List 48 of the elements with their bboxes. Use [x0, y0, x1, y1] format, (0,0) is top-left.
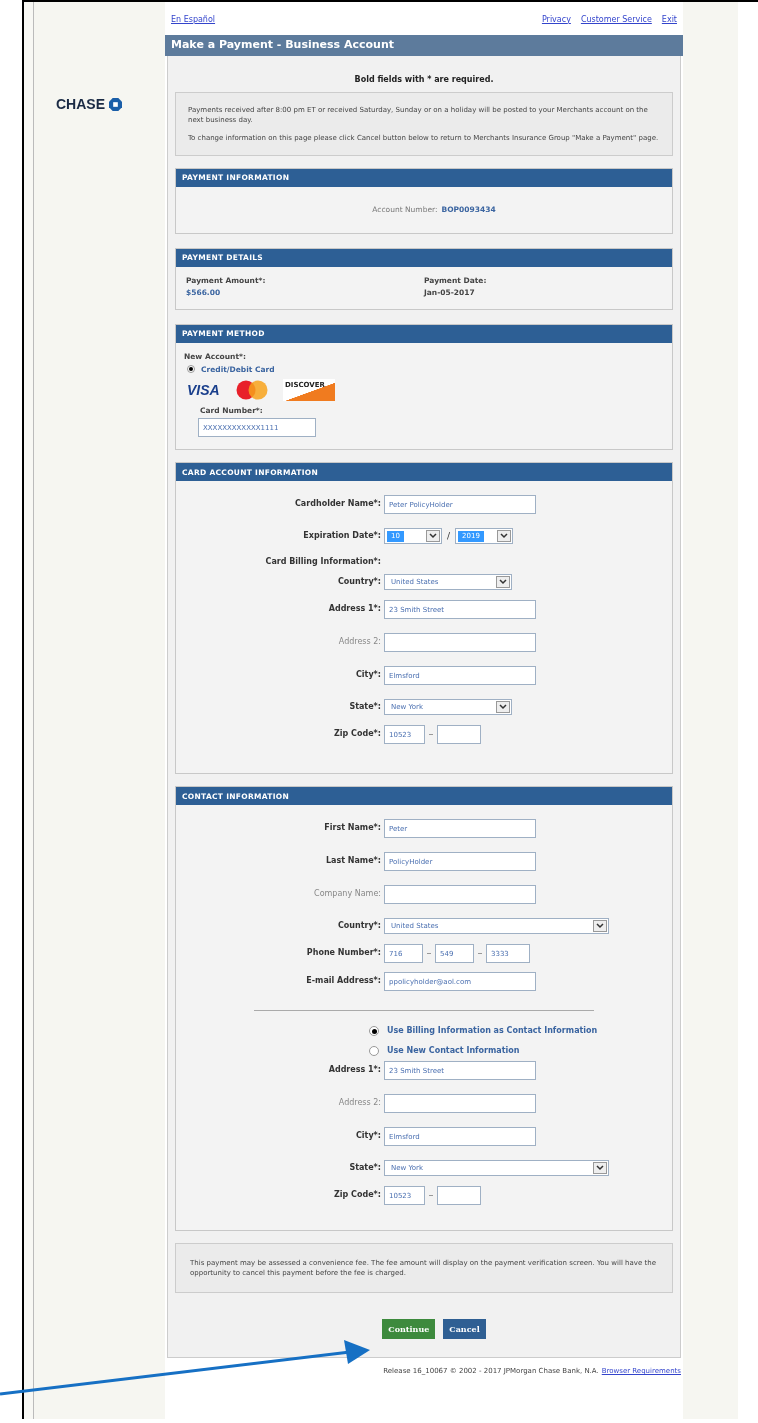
chevron-down-icon	[593, 920, 607, 933]
field-label: Address 2:	[338, 1097, 381, 1110]
input-field[interactable]	[437, 1186, 481, 1206]
field-label: Address 1*:	[328, 1064, 381, 1077]
required-note: Bold fields with * are required.	[353, 74, 495, 86]
field-label: Address 2:	[338, 636, 381, 649]
input-field[interactable]	[384, 885, 536, 905]
header-link[interactable]: Customer Service	[580, 13, 652, 26]
radio-button[interactable]	[369, 1046, 379, 1057]
header-link[interactable]: Privacy	[541, 13, 571, 26]
radio-label: Use New Contact Information	[387, 1045, 520, 1058]
radio-label: Use Billing Information as Contact Information	[387, 1025, 598, 1038]
field-label: Country*:	[337, 920, 381, 933]
field-label: Card Billing Information*:	[265, 556, 381, 569]
field-label: Address 1*:	[328, 603, 381, 616]
card-logo: VISA	[187, 380, 221, 400]
input-field[interactable]	[384, 1094, 536, 1114]
page-title: Make a Payment - Business Account	[165, 35, 683, 56]
input-field[interactable]	[384, 633, 536, 653]
header-link[interactable]: Exit	[661, 13, 677, 26]
continue-button[interactable]: Continue	[382, 1319, 436, 1340]
field-label: E-mail Address*:	[306, 975, 381, 988]
field-label: State*:	[349, 1162, 381, 1175]
field-label: Company Name:	[314, 888, 381, 901]
input-field[interactable]	[437, 725, 481, 745]
cancel-button[interactable]: Cancel	[443, 1319, 486, 1340]
field-label: Expiration Date*:	[303, 530, 381, 543]
field-label: City*:	[355, 1130, 381, 1143]
chevron-down-icon	[497, 530, 512, 543]
octagon-logo-icon	[109, 98, 122, 111]
radio-button[interactable]	[369, 1026, 379, 1037]
radio-button[interactable]	[187, 365, 195, 374]
date-separator: /	[447, 529, 451, 543]
field-label: Zip Code*:	[334, 728, 381, 741]
field-label: First Name*:	[324, 822, 381, 835]
chevron-down-icon	[496, 576, 510, 589]
field-label: City*:	[355, 669, 381, 682]
field-label: State*:	[349, 701, 381, 714]
chevron-down-icon	[426, 530, 440, 543]
bank-logo[interactable]: CHASE	[56, 94, 165, 115]
field-label: Last Name*:	[325, 855, 381, 868]
chevron-down-icon	[593, 1162, 607, 1175]
language-link[interactable]: En Español	[171, 13, 216, 26]
field-label: Country*:	[337, 576, 381, 589]
field-label: Zip Code*:	[334, 1189, 381, 1202]
field-label: Cardholder Name*:	[295, 498, 381, 511]
chevron-down-icon	[496, 701, 510, 714]
field-label: Phone Number*:	[306, 947, 381, 960]
